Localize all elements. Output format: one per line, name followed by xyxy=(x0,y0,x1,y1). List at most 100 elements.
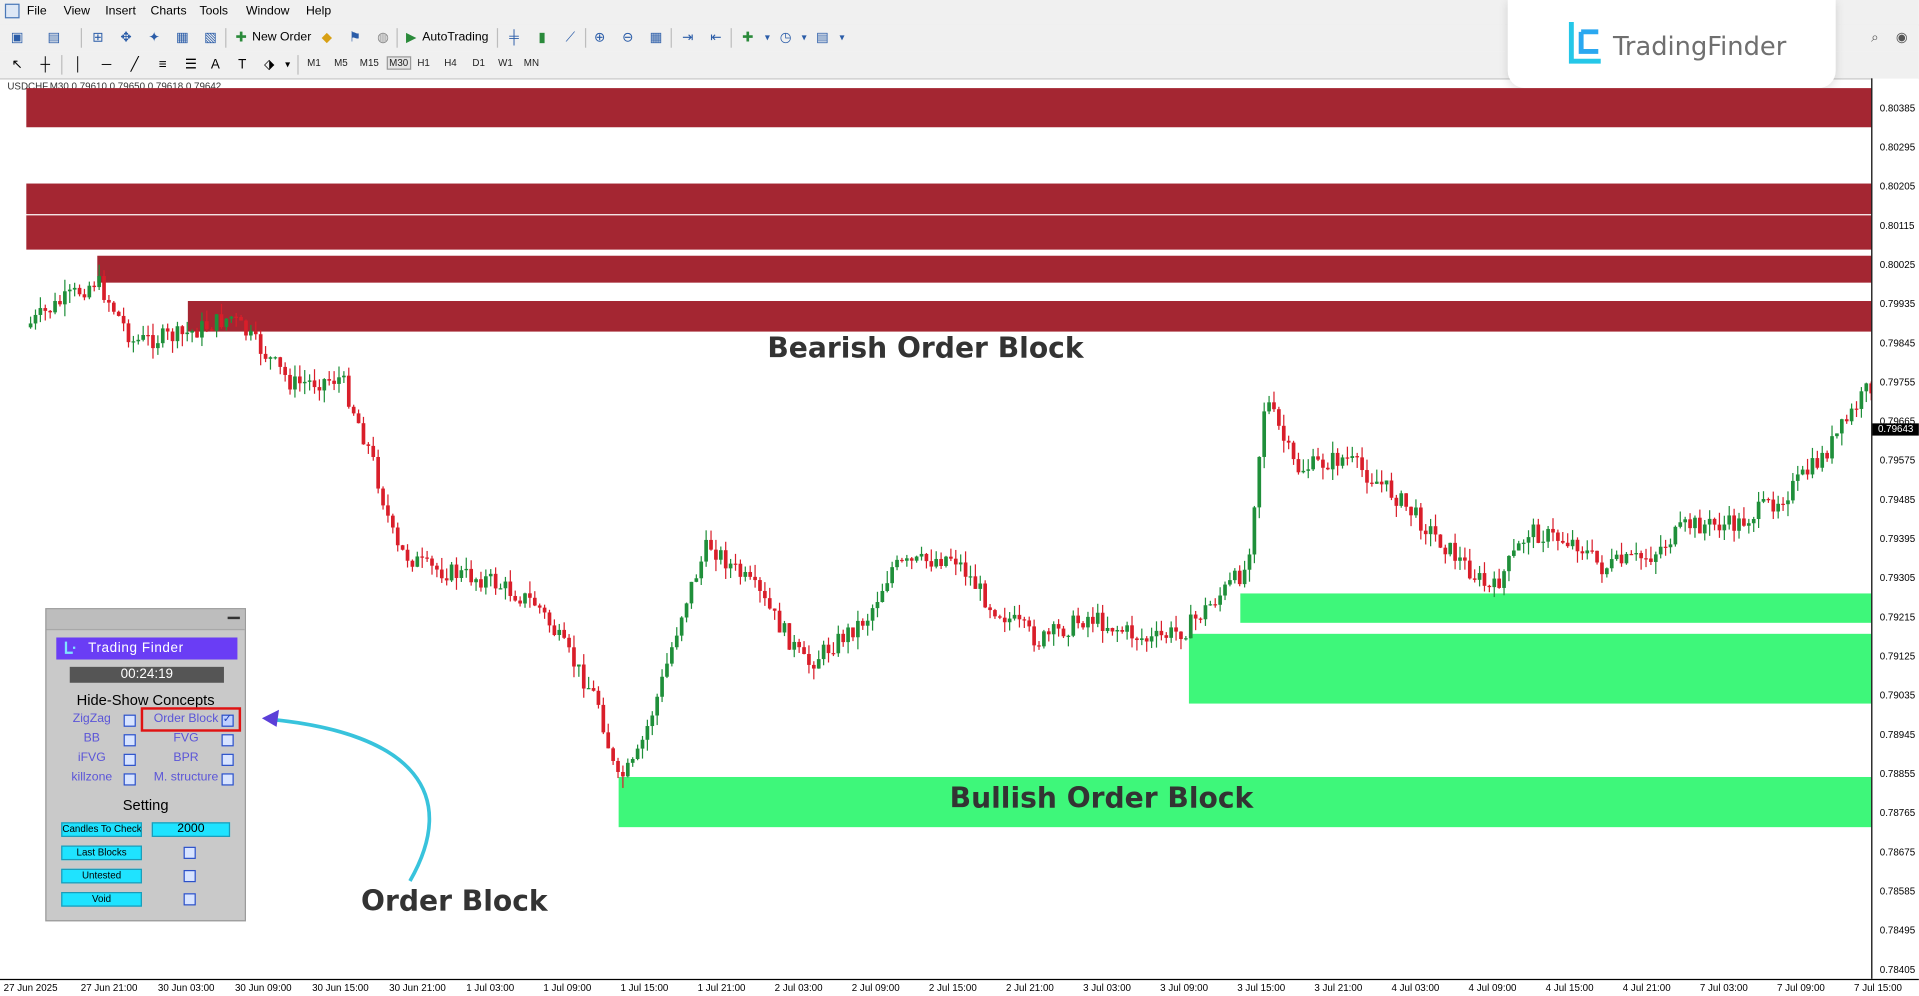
tf-mn[interactable]: MN xyxy=(524,58,539,69)
void-button[interactable]: Void xyxy=(61,892,142,907)
market-structure-checkbox[interactable] xyxy=(221,773,234,786)
minimize-icon[interactable] xyxy=(227,616,240,620)
candle xyxy=(1839,419,1844,434)
zoom-out-icon[interactable]: ⊖ xyxy=(618,28,638,48)
tf-m5[interactable]: M5 xyxy=(334,58,348,69)
tf-w1[interactable]: W1 xyxy=(498,58,513,69)
terminal-icon[interactable]: ▦ xyxy=(173,28,193,48)
navigator-icon[interactable]: ✦ xyxy=(144,28,164,48)
strategy-tester-icon[interactable]: ▧ xyxy=(201,28,221,48)
crosshair-icon[interactable]: ┼ xyxy=(35,55,55,75)
last-blocks-checkbox[interactable] xyxy=(183,846,196,859)
price-label: 0.79305 xyxy=(1879,572,1916,584)
tf-m30[interactable]: M30 xyxy=(386,56,411,70)
void-checkbox[interactable] xyxy=(183,893,196,906)
untested-button[interactable]: Untested xyxy=(61,868,142,884)
vertical-line-icon[interactable]: │ xyxy=(69,55,89,75)
untested-checkbox[interactable] xyxy=(183,869,196,883)
candle xyxy=(1350,456,1355,459)
candle xyxy=(361,423,366,445)
templates-icon[interactable]: ▤ xyxy=(813,28,833,48)
market-watch-icon[interactable]: ⊞ xyxy=(88,28,108,48)
candle xyxy=(1791,480,1795,501)
candle xyxy=(552,625,557,636)
price-label: 0.79395 xyxy=(1879,533,1916,545)
autotrading-button[interactable]: AutoTrading xyxy=(422,28,488,48)
templates-dropdown-icon[interactable]: ▾ xyxy=(832,28,852,48)
menu-insert[interactable]: Insert xyxy=(105,5,136,18)
periods-icon[interactable]: ◷ xyxy=(776,28,796,48)
tf-h1[interactable]: H1 xyxy=(417,58,430,69)
auto-scroll-icon[interactable]: ⇥ xyxy=(678,28,698,48)
candle xyxy=(1653,554,1658,562)
new-chart-icon[interactable]: ▣ xyxy=(7,28,27,48)
killzone-checkbox[interactable] xyxy=(123,773,136,786)
metaeditor-icon[interactable]: ◆ xyxy=(317,28,337,48)
bpr-checkbox[interactable] xyxy=(221,753,234,766)
candle xyxy=(234,316,239,318)
candle xyxy=(160,328,165,344)
candle xyxy=(459,570,464,579)
last-blocks-button[interactable]: Last Blocks xyxy=(61,845,142,861)
candle xyxy=(38,308,43,315)
candle xyxy=(1746,523,1751,526)
candles-to-check-input[interactable]: 2000 xyxy=(151,822,231,837)
menu-tools[interactable]: Tools xyxy=(199,5,228,18)
search-icon[interactable]: ⌕ xyxy=(1865,28,1885,48)
line-chart-icon[interactable]: ⟋ xyxy=(561,28,581,48)
notifications-icon[interactable]: ◉ xyxy=(1892,28,1912,48)
indicators-icon[interactable]: ✚ xyxy=(738,28,758,48)
zoom-in-icon[interactable]: ⊕ xyxy=(590,28,610,48)
options-globe-icon[interactable]: ◍ xyxy=(373,28,393,48)
text-icon[interactable]: A xyxy=(206,55,226,75)
indicators-dropdown-icon[interactable]: ▾ xyxy=(758,28,778,48)
tf-m15[interactable]: M15 xyxy=(360,58,379,69)
fvg-checkbox[interactable] xyxy=(221,734,234,747)
ifvg-checkbox[interactable] xyxy=(123,753,136,766)
candle xyxy=(1228,580,1232,585)
candle xyxy=(988,607,992,611)
bar-chart-icon[interactable]: ╪ xyxy=(504,28,524,48)
menu-help[interactable]: Help xyxy=(306,5,331,18)
menu-charts[interactable]: Charts xyxy=(151,5,187,18)
horizontal-line-icon[interactable]: ─ xyxy=(97,55,117,75)
candle xyxy=(792,641,797,650)
tf-m1[interactable]: M1 xyxy=(307,58,321,69)
candle xyxy=(831,653,836,655)
menu-view[interactable]: View xyxy=(64,5,90,18)
shapes-dropdown-icon[interactable]: ▾ xyxy=(278,55,298,75)
candle xyxy=(87,285,92,298)
bb-checkbox[interactable] xyxy=(123,734,136,747)
chart-shift-icon[interactable]: ⇤ xyxy=(706,28,726,48)
cursor-icon[interactable]: ↖ xyxy=(7,55,27,75)
channel-icon[interactable]: ≡ xyxy=(153,55,173,75)
candle xyxy=(337,377,341,384)
tile-windows-icon[interactable]: ▦ xyxy=(646,28,666,48)
candle xyxy=(1237,570,1242,585)
candle xyxy=(1022,619,1027,621)
candle xyxy=(1154,630,1159,637)
periods-dropdown-icon[interactable]: ▾ xyxy=(794,28,814,48)
menu-window[interactable]: Window xyxy=(246,5,290,18)
candle xyxy=(802,647,806,654)
text-label-icon[interactable]: T xyxy=(233,55,253,75)
data-window-icon[interactable]: ✥ xyxy=(116,28,136,48)
new-order-button[interactable]: New Order xyxy=(252,28,311,48)
tf-d1[interactable]: D1 xyxy=(472,58,485,69)
candle xyxy=(1316,456,1320,460)
signals-icon[interactable]: ⚑ xyxy=(345,28,365,48)
menu-file[interactable]: File xyxy=(27,5,47,18)
zigzag-checkbox[interactable] xyxy=(123,714,136,727)
candle xyxy=(53,301,57,313)
shapes-icon[interactable]: ⬗ xyxy=(259,55,279,75)
candle xyxy=(689,581,694,604)
fibonacci-icon[interactable]: ☰ xyxy=(181,55,201,75)
candle xyxy=(479,579,483,588)
new-order-icon[interactable]: ✚ xyxy=(231,28,251,48)
profiles-icon[interactable]: ▤ xyxy=(44,28,64,48)
trendline-icon[interactable]: ╱ xyxy=(125,55,145,75)
candlestick-icon[interactable]: ▮ xyxy=(532,28,552,48)
candle xyxy=(376,456,380,489)
autotrading-icon[interactable]: ▶ xyxy=(401,28,421,48)
tf-h4[interactable]: H4 xyxy=(444,58,457,69)
